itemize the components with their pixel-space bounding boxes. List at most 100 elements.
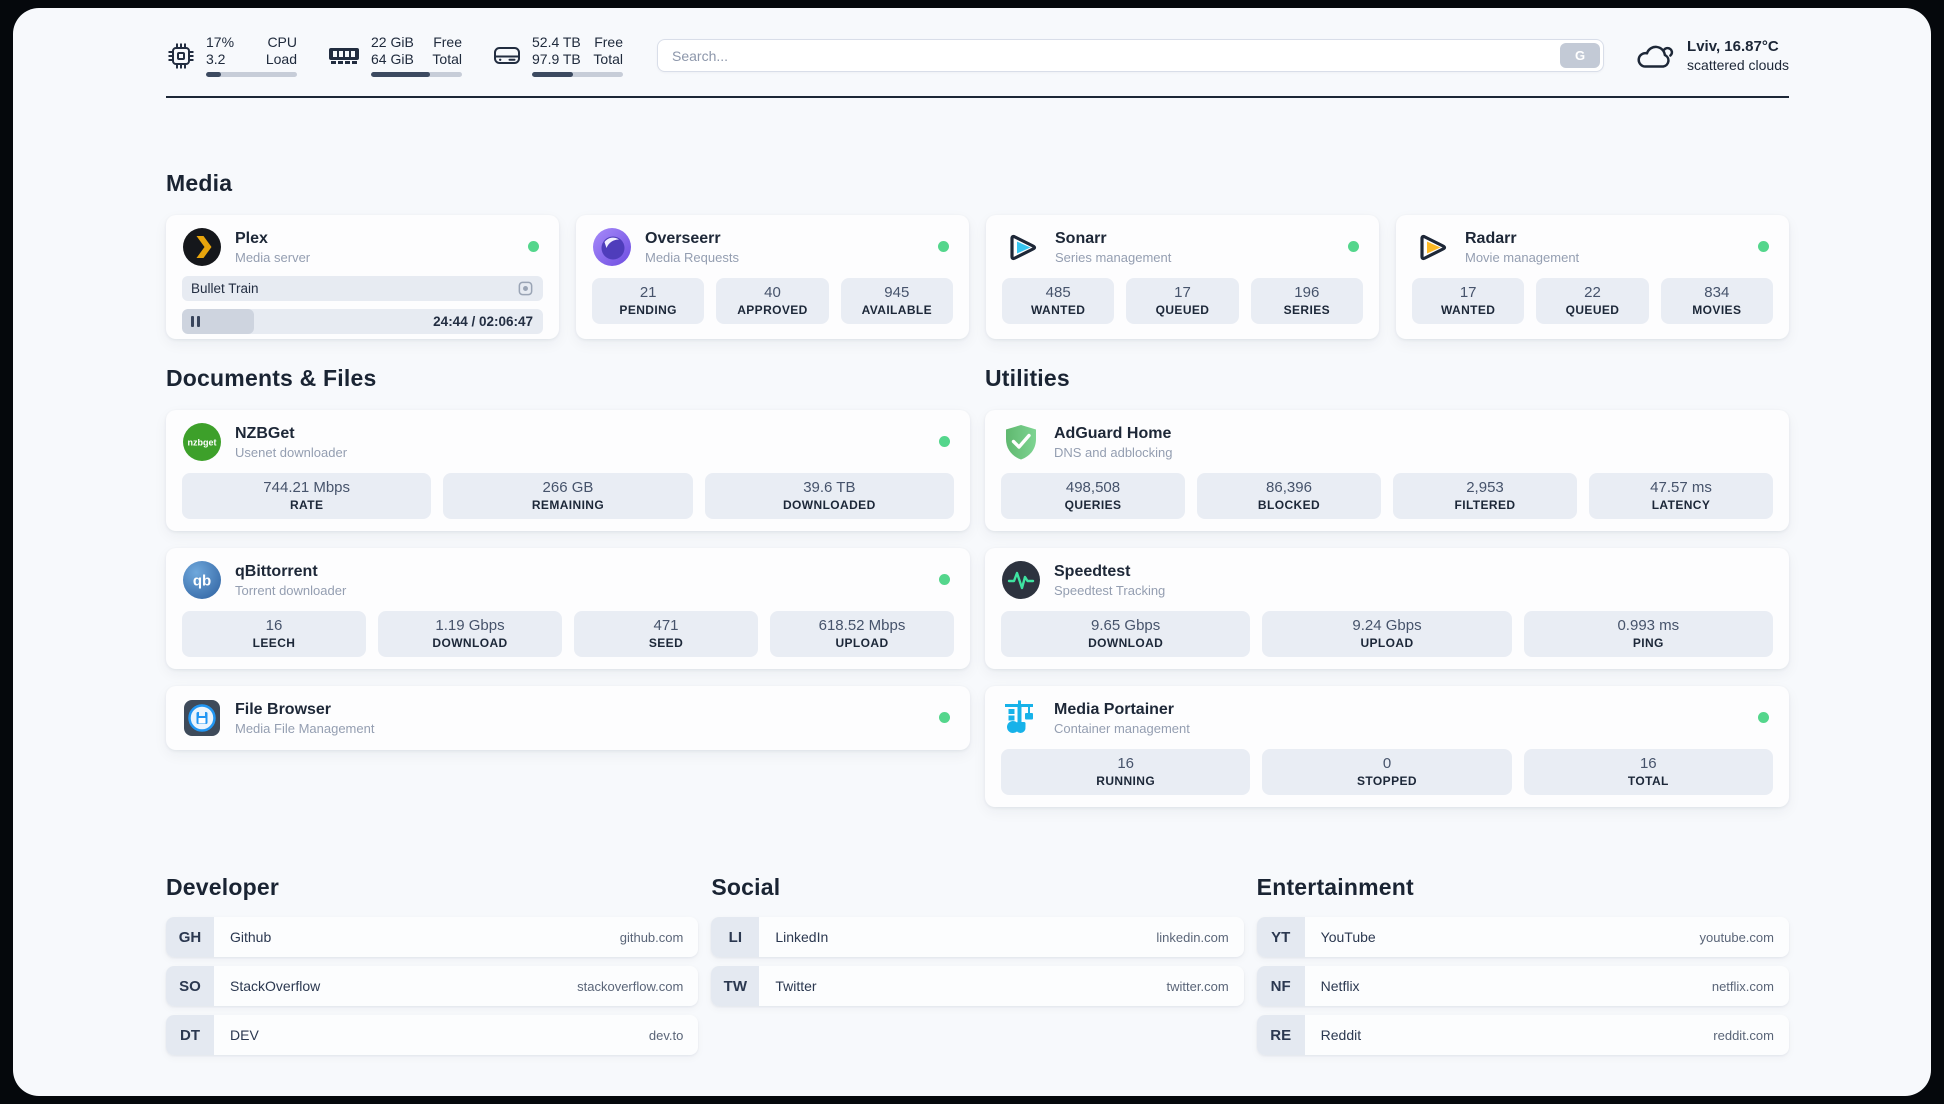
bookmark-group-developer: Developer GH Github github.com SO StackO… — [166, 874, 699, 1064]
bookmark-youtube[interactable]: YT YouTube youtube.com — [1256, 917, 1789, 957]
bookmark-linkedin[interactable]: LI LinkedIn linkedin.com — [711, 917, 1244, 957]
header-divider — [166, 96, 1789, 98]
ram-total-value: 64 GiB — [371, 51, 414, 67]
svg-text:qb: qb — [193, 573, 211, 590]
bookmark-name: YouTube — [1320, 929, 1376, 945]
bookmark-stackoverflow[interactable]: SO StackOverflow stackoverflow.com — [166, 966, 699, 1006]
speedtest-icon — [1002, 561, 1040, 599]
stat-download: 1.19 Gbps DOWNLOAD — [378, 611, 562, 657]
bookmark-url: dev.to — [648, 1027, 684, 1043]
section-title-social: Social — [711, 874, 781, 900]
weather-condition: scattered clouds — [1687, 57, 1789, 73]
bookmark-group-social: Social LI LinkedIn linkedin.com TW Twitt… — [711, 874, 1244, 1064]
bookmark-name: Github — [230, 929, 272, 945]
stat-remaining: 266 GB REMAINING — [443, 473, 693, 519]
svg-text:nzbget: nzbget — [188, 438, 217, 448]
disk-total-label: Total — [593, 51, 623, 67]
disk-free-value: 52.4 TB — [532, 34, 581, 50]
stat-seed: 471 SEED — [574, 611, 758, 657]
now-playing-row: Bullet Train — [182, 276, 543, 301]
app-desc: Speedtest Tracking — [1054, 582, 1166, 598]
app-name: Sonarr — [1055, 229, 1107, 247]
radarr-icon — [1420, 234, 1447, 261]
bookmark-twitter[interactable]: TW Twitter twitter.com — [711, 966, 1244, 1006]
status-dot-online — [1758, 241, 1769, 252]
bookmark-abbr: GH — [166, 917, 214, 957]
system-stats: 17% CPU 3.2 Load 22 GiB Free 64 GiB Total — [166, 34, 623, 77]
status-dot-online — [939, 712, 950, 723]
bookmark-abbr: SO — [166, 966, 214, 1006]
pause-icon[interactable] — [191, 316, 200, 327]
stat-ping: 0.993 ms PING — [1523, 611, 1773, 657]
cpu-load-value: 3.2 — [206, 51, 226, 67]
app-card-overseerr[interactable]: Overseerr Media Requests 21 PENDING 40 APP… — [576, 215, 969, 339]
section-title-entertainment: Entertainment — [1256, 874, 1414, 900]
app-desc: Usenet downloader — [235, 444, 348, 460]
app-name: NZBGet — [235, 424, 295, 442]
cpu-progress-bar — [206, 72, 297, 77]
weather-location-temp: Lviv, 16.87°C — [1687, 38, 1779, 55]
bookmark-abbr: YT — [1256, 917, 1305, 957]
stat-downloaded: 39.6 TB DOWNLOADED — [704, 473, 954, 519]
bookmark-name: LinkedIn — [775, 929, 829, 945]
stat-upload: 618.52 Mbps UPLOAD — [770, 611, 954, 657]
portainer-icon — [1005, 700, 1033, 733]
dashboard-panel: 17% CPU 3.2 Load 22 GiB Free 64 GiB Total — [13, 8, 1931, 1096]
disk-progress-bar — [532, 72, 623, 77]
weather-widget: Lviv, 16.87°C scattered clouds — [1634, 37, 1789, 74]
status-dot-online — [939, 574, 950, 585]
disk-stat: 52.4 TB Free 97.9 TB Total — [492, 34, 623, 77]
app-card-adguard[interactable]: AdGuard Home DNS and adblocking 498,508 Q… — [985, 410, 1789, 531]
bookmark-url: youtube.com — [1699, 929, 1774, 945]
app-card-sonarr[interactable]: Sonarr Series management 485 WANTED 17 QUE… — [986, 215, 1379, 339]
stat-pending: 21 PENDING — [592, 278, 705, 324]
search-input[interactable] — [657, 39, 1605, 72]
stat-wanted: 485 WANTED — [1002, 278, 1115, 324]
app-name: Radarr — [1465, 229, 1517, 247]
app-card-plex[interactable]: Plex Media server Bullet Train 24:44 / 0… — [166, 215, 559, 339]
plex-icon — [183, 228, 221, 266]
bookmark-abbr: DT — [166, 1015, 214, 1055]
bookmark-url: netflix.com — [1711, 978, 1774, 994]
bookmark-github[interactable]: GH Github github.com — [166, 917, 699, 957]
search-engine-button[interactable]: G — [1560, 43, 1601, 68]
screen-frame: 17% CPU 3.2 Load 22 GiB Free 64 GiB Total — [0, 0, 1944, 1104]
stat-upload: 9.24 Gbps UPLOAD — [1262, 611, 1512, 657]
app-name: AdGuard Home — [1054, 424, 1172, 442]
bookmark-dev[interactable]: DT DEV dev.to — [166, 1015, 699, 1055]
playback-progress-bar: 24:44 / 02:06:47 — [182, 309, 543, 334]
app-card-qbittorrent[interactable]: qb qBittorrent Torrent downloader 16 LEEC… — [166, 548, 970, 669]
app-card-nzbget[interactable]: nzbget NZBGet Usenet downloader 744.21 M… — [166, 410, 970, 531]
adguard-icon — [1006, 425, 1036, 460]
disk-total-value: 97.9 TB — [532, 51, 581, 67]
bookmark-url: twitter.com — [1166, 978, 1229, 994]
stat-queued: 17 QUEUED — [1126, 278, 1239, 324]
documents-column: Documents & Files nzbget NZBGet Usenet d… — [166, 365, 970, 824]
status-dot-online — [1758, 712, 1769, 723]
top-bar: 17% CPU 3.2 Load 22 GiB Free 64 GiB Total — [166, 34, 1789, 77]
ram-free-label: Free — [433, 34, 462, 50]
playback-time: 24:44 / 02:06:47 — [433, 314, 533, 329]
app-desc: Media Requests — [645, 249, 739, 265]
stat-stopped: 0 STOPPED — [1262, 749, 1512, 795]
app-card-speedtest[interactable]: Speedtest Speedtest Tracking 9.65 Gbps DO… — [985, 548, 1789, 669]
bookmark-reddit[interactable]: RE Reddit reddit.com — [1256, 1015, 1789, 1055]
app-card-filebrowser[interactable]: File Browser Media File Management — [166, 686, 970, 750]
nzbget-icon: nzbget — [183, 423, 221, 461]
ram-icon — [329, 47, 359, 64]
ram-stat: 22 GiB Free 64 GiB Total — [327, 34, 462, 77]
media-grid: Plex Media server Bullet Train 24:44 / 0… — [166, 215, 1789, 339]
app-desc: Movie management — [1465, 249, 1580, 265]
section-title-media: Media — [166, 170, 233, 196]
bookmark-netflix[interactable]: NF Netflix netflix.com — [1256, 966, 1789, 1006]
sonarr-icon — [1010, 234, 1037, 261]
stat-running: 16 RUNNING — [1001, 749, 1251, 795]
app-card-radarr[interactable]: Radarr Movie management 17 WANTED 22 QUEUE… — [1396, 215, 1789, 339]
stat-approved: 40 APPROVED — [716, 278, 829, 324]
stat-filtered: 2,953 FILTERED — [1393, 473, 1577, 519]
app-desc: DNS and adblocking — [1054, 444, 1173, 460]
stat-latency: 47.57 ms LATENCY — [1589, 473, 1773, 519]
bookmark-abbr: NF — [1256, 966, 1305, 1006]
app-name: File Browser — [235, 700, 332, 718]
app-card-portainer[interactable]: Media Portainer Container management 16 R… — [985, 686, 1789, 807]
